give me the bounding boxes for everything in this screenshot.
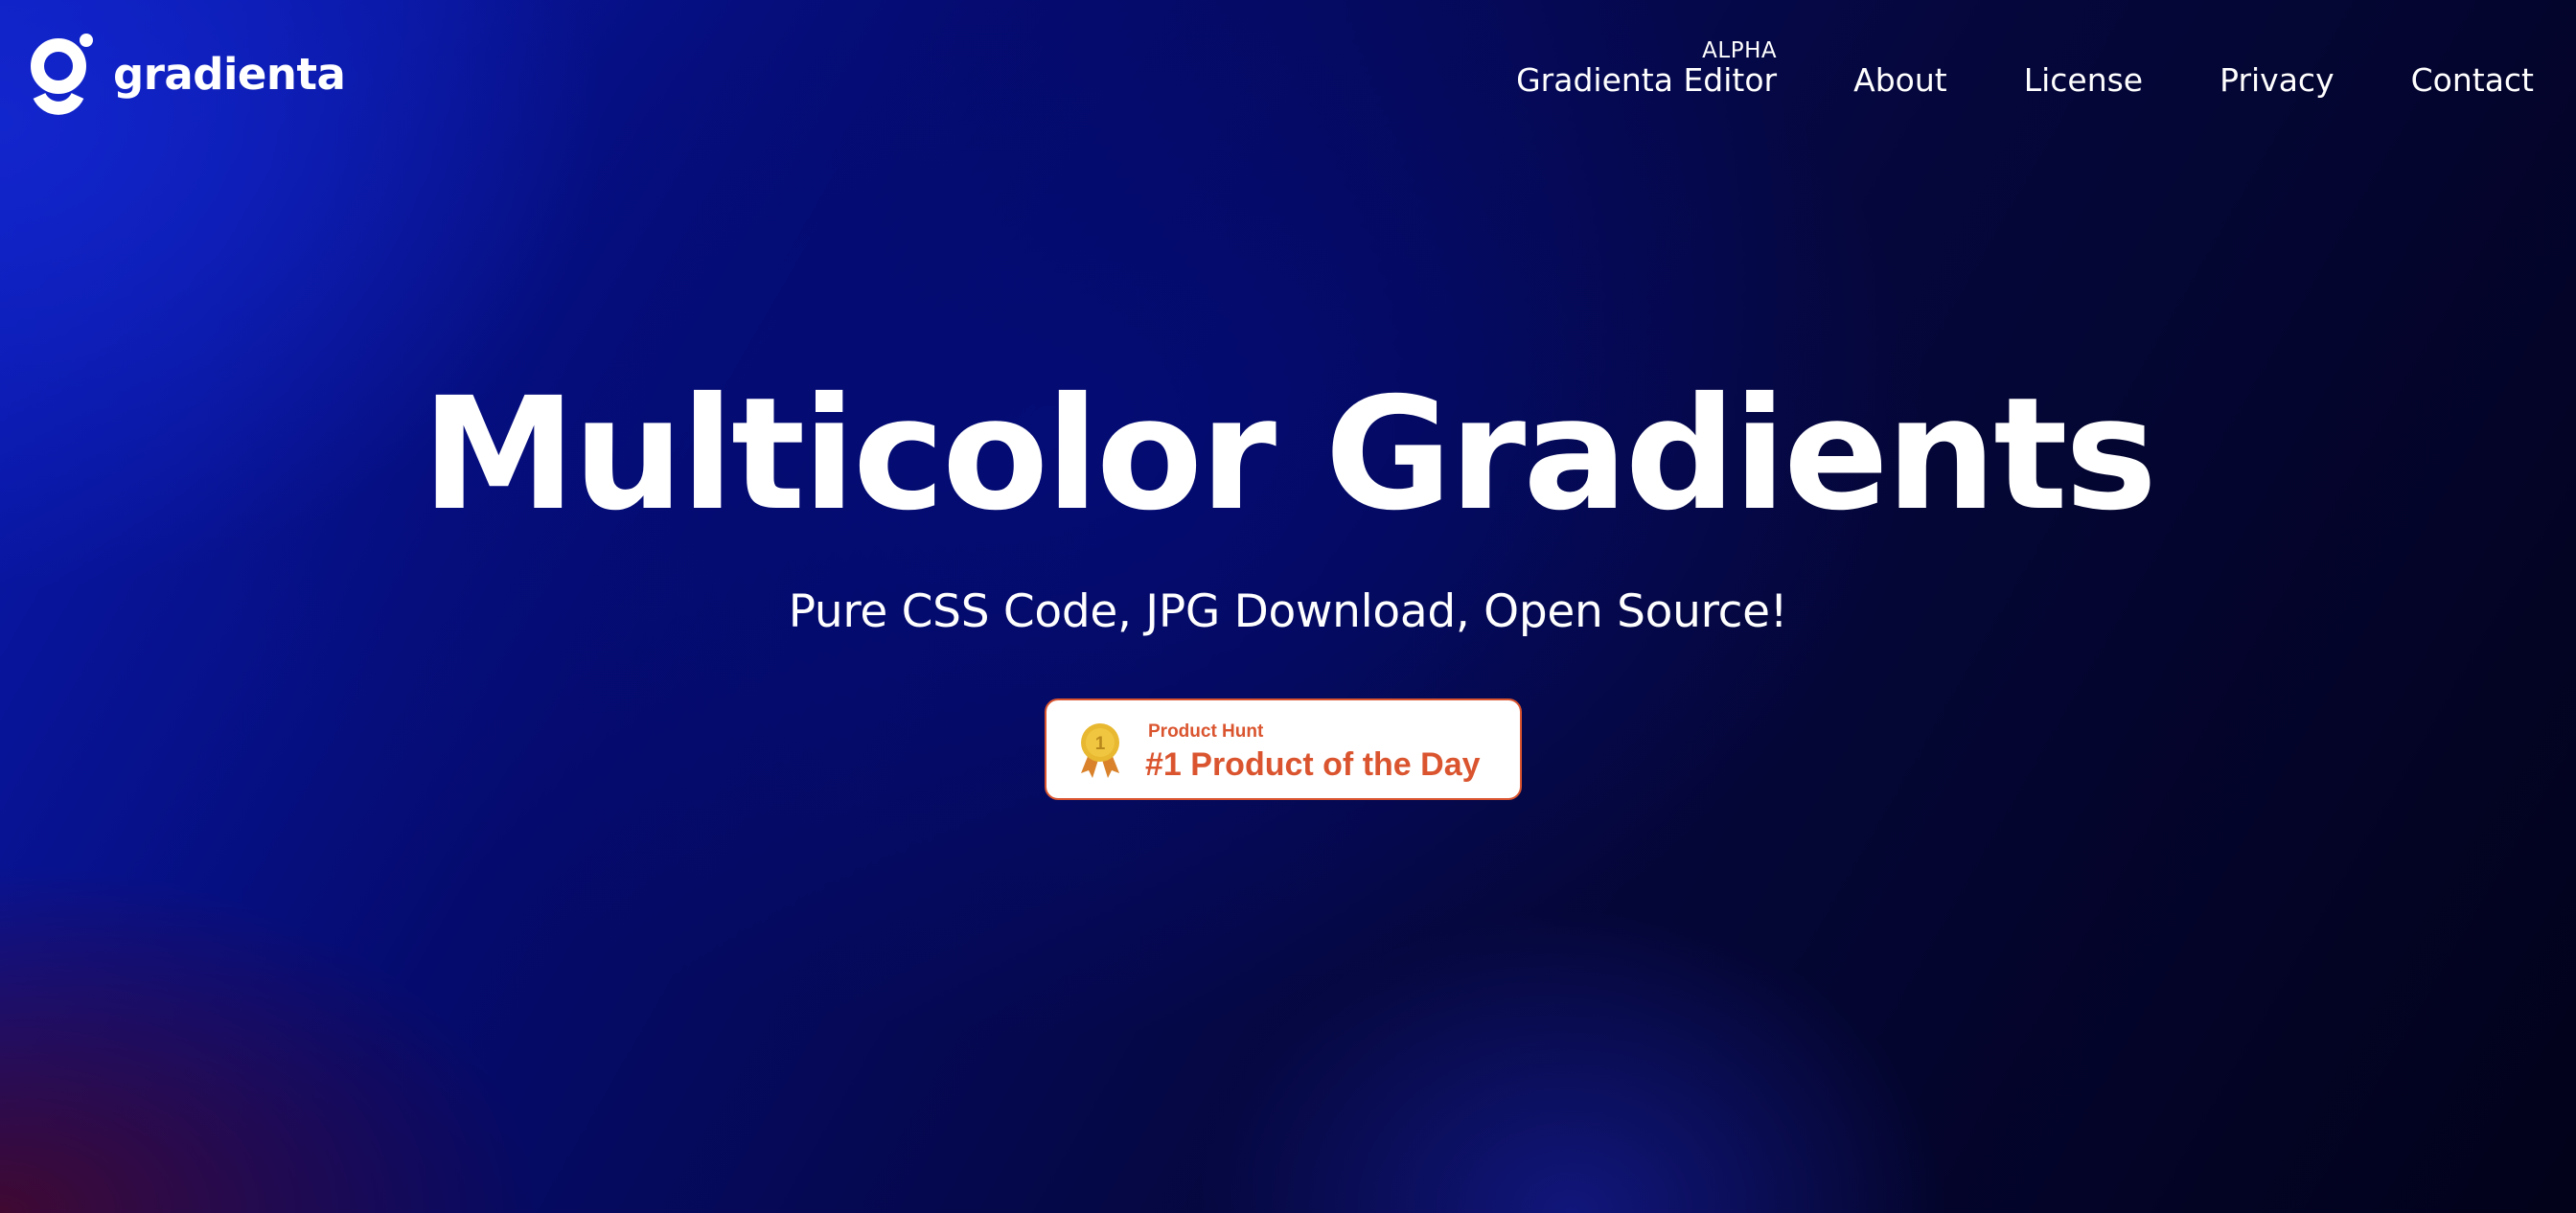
brand-logo-link[interactable]: gradienta [31, 33, 346, 126]
product-hunt-title: #1 Product of the Day [1145, 746, 1481, 783]
brand-name: gradienta [113, 48, 346, 100]
hero-subtitle: Pure CSS Code, JPG Download, Open Source… [788, 585, 1788, 639]
alpha-badge: ALPHA [1702, 38, 1778, 63]
nav-gradienta-editor[interactable]: ALPHA Gradienta Editor [1516, 0, 1777, 99]
nav-contact-label: Contact [2410, 61, 2534, 99]
nav-license-label: License [2023, 61, 2144, 99]
nav-about-label: About [1853, 61, 1947, 99]
nav-privacy-label: Privacy [2220, 61, 2334, 99]
nav-about[interactable]: About [1853, 0, 1947, 99]
main-nav: ALPHA Gradienta Editor About License Pri… [1516, 0, 2534, 163]
gold-medal-icon: 1 [1081, 723, 1119, 778]
hero-title: Multicolor Gradients [421, 365, 2157, 545]
product-hunt-badge[interactable]: 1 Product Hunt #1 Product of the Day [1045, 698, 1522, 800]
site-header: gradienta ALPHA Gradienta Editor About L… [0, 0, 2576, 163]
nav-privacy[interactable]: Privacy [2220, 0, 2334, 99]
medal-number: 1 [1095, 734, 1106, 754]
nav-license[interactable]: License [2024, 0, 2143, 99]
hero-section: Multicolor Gradients Pure CSS Code, JPG … [0, 364, 2576, 638]
product-hunt-kicker: Product Hunt [1148, 721, 1264, 742]
gradienta-g-icon [31, 34, 93, 115]
nav-gradienta-editor-label: Gradienta Editor [1516, 61, 1778, 99]
nav-contact[interactable]: Contact [2411, 0, 2534, 99]
